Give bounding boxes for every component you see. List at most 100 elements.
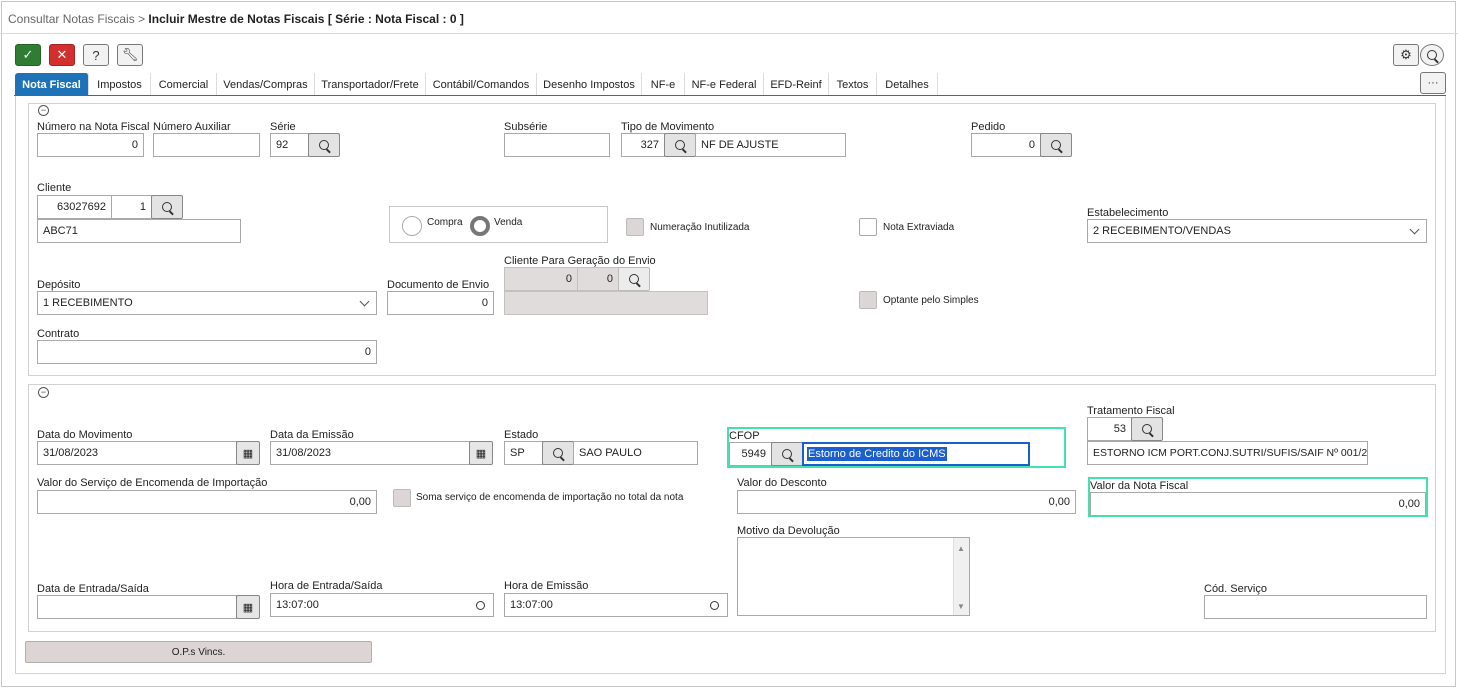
- tab-impostos[interactable]: Impostos: [89, 73, 151, 96]
- tab-textos[interactable]: Textos: [829, 73, 877, 96]
- search-icon: [1142, 424, 1152, 434]
- scroll-down-icon[interactable]: ▼: [957, 602, 965, 611]
- search-icon: [1051, 140, 1061, 150]
- calendar-icon[interactable]: ▦: [469, 441, 493, 465]
- scroll-up-icon[interactable]: ▲: [957, 544, 965, 553]
- tab-comercial[interactable]: Comercial: [151, 73, 217, 96]
- tratamento-fiscal-search-button[interactable]: [1131, 417, 1163, 441]
- collapse-section-general-icon[interactable]: −: [38, 105, 49, 116]
- hora-entrada-value: 13:07:00: [276, 599, 319, 611]
- cod-servico-input[interactable]: [1204, 595, 1427, 619]
- venda-radio[interactable]: [470, 216, 490, 236]
- data-movimento-input[interactable]: 31/08/2023: [37, 441, 237, 465]
- numeracao-inutilizada-label: Numeração Inutilizada: [650, 222, 750, 233]
- cfop-code-input[interactable]: 5949: [729, 442, 772, 466]
- data-movimento-label: Data do Movimento: [37, 429, 133, 441]
- cod-servico-label: Cód. Serviço: [1204, 583, 1267, 595]
- pedido-input[interactable]: 0: [971, 133, 1041, 157]
- more-icon: ···: [1427, 77, 1439, 89]
- nota-extraviada-checkbox[interactable]: [859, 218, 877, 236]
- hora-emissao-input[interactable]: 13:07:00: [504, 593, 728, 617]
- clock-icon[interactable]: [476, 601, 485, 610]
- valor-nota-input[interactable]: 0,00: [1090, 492, 1426, 516]
- optante-simples-label: Optante pelo Simples: [883, 295, 979, 306]
- data-entrada-input[interactable]: [37, 595, 237, 619]
- hora-entrada-input[interactable]: 13:07:00: [270, 593, 494, 617]
- divider: [0, 33, 1458, 34]
- tab-efd-reinf[interactable]: EFD-Reinf: [764, 73, 829, 96]
- tratamento-fiscal-desc: ESTORNO ICM PORT.CONJ.SUTRI/SUFIS/SAIF N…: [1087, 441, 1368, 465]
- deposito-value: 1 RECEBIMENTO: [43, 297, 133, 309]
- contrato-label: Contrato: [37, 328, 80, 340]
- valor-desconto-input[interactable]: 0,00: [737, 490, 1076, 514]
- optante-simples-checkbox[interactable]: [859, 291, 877, 309]
- cliente-search-button[interactable]: [151, 195, 183, 219]
- search-icon: [1427, 50, 1437, 60]
- compra-radio[interactable]: [402, 216, 422, 236]
- calendar-icon[interactable]: ▦: [236, 595, 260, 619]
- pedido-search-button[interactable]: [1040, 133, 1072, 157]
- tipo-movimento-desc: NF DE AJUSTE: [695, 133, 846, 157]
- cliente-envio-search-button[interactable]: [618, 267, 650, 291]
- cfop-desc-input[interactable]: Estorno de Credito do ICMS: [802, 442, 1030, 466]
- clock-icon[interactable]: [710, 601, 719, 610]
- estado-name: SAO PAULO: [573, 441, 698, 465]
- valor-servico-input[interactable]: 0,00: [37, 490, 377, 514]
- settings-button[interactable]: ⚙: [1393, 44, 1419, 66]
- contrato-input[interactable]: 0: [37, 340, 377, 364]
- documento-envio-input[interactable]: 0: [387, 291, 494, 315]
- data-emissao-input[interactable]: 31/08/2023: [270, 441, 470, 465]
- tools-button[interactable]: 🔧︎: [117, 44, 143, 66]
- tab-transportador-frete[interactable]: Transportador/Frete: [315, 73, 426, 96]
- estado-search-button[interactable]: [542, 441, 574, 465]
- numero-nf-input[interactable]: 0: [37, 133, 144, 157]
- tab-vendas-compras[interactable]: Vendas/Compras: [217, 73, 315, 96]
- serie-search-button[interactable]: [308, 133, 340, 157]
- motivo-devolucao-textarea[interactable]: [737, 537, 970, 616]
- search-button[interactable]: [1420, 44, 1444, 66]
- tipo-movimento-label: Tipo de Movimento: [621, 121, 715, 133]
- subserie-label: Subsérie: [504, 121, 548, 133]
- subserie-input[interactable]: [504, 133, 610, 157]
- check-icon: ✓: [22, 47, 34, 62]
- estabelecimento-select[interactable]: 2 RECEBIMENTO/VENDAS: [1087, 219, 1427, 243]
- ops-vinculadas-button[interactable]: O.P.s Vincs.: [25, 641, 372, 663]
- help-button[interactable]: ?: [83, 44, 109, 66]
- confirm-button[interactable]: ✓: [15, 44, 41, 66]
- cliente-label: Cliente: [37, 182, 72, 194]
- numero-nf-label: Número na Nota Fiscal: [37, 121, 150, 133]
- tab-detalhes[interactable]: Detalhes: [877, 73, 938, 96]
- calendar-icon[interactable]: ▦: [236, 441, 260, 465]
- cliente-code-input[interactable]: 63027692: [37, 195, 112, 219]
- cliente-envio-code-input: 0: [504, 267, 578, 291]
- cfop-search-button[interactable]: [771, 442, 803, 466]
- tab-nota-fiscal[interactable]: Nota Fiscal: [15, 73, 89, 96]
- tipo-movimento-search-button[interactable]: [664, 133, 696, 157]
- tab-nfe[interactable]: NF-e: [642, 73, 685, 96]
- more-tabs-button[interactable]: ···: [1420, 72, 1446, 94]
- cliente-envio-seq-input: 0: [577, 267, 619, 291]
- tipo-movimento-code-input[interactable]: 327: [621, 133, 665, 157]
- search-icon: [629, 274, 639, 284]
- tab-contabil-comandos[interactable]: Contábil/Comandos: [426, 73, 537, 96]
- serie-input[interactable]: 92: [270, 133, 309, 157]
- page-title: Incluir Mestre de Notas Fiscais [ Série …: [148, 12, 464, 26]
- tratamento-fiscal-code-input[interactable]: 53: [1087, 417, 1132, 441]
- help-icon: ?: [92, 47, 100, 63]
- cliente-name: ABC71: [37, 219, 241, 243]
- estado-code-input[interactable]: SP: [504, 441, 544, 465]
- motivo-devolucao-label: Motivo da Devolução: [737, 525, 840, 537]
- numeracao-inutilizada-checkbox[interactable]: [626, 218, 644, 236]
- collapse-section-values-icon[interactable]: −: [38, 387, 49, 398]
- tab-desenho-impostos[interactable]: Desenho Impostos: [537, 73, 642, 96]
- deposito-select[interactable]: 1 RECEBIMENTO: [37, 291, 377, 315]
- hora-entrada-label: Hora de Entrada/Saída: [270, 580, 383, 592]
- hora-emissao-label: Hora de Emissão: [504, 580, 589, 592]
- breadcrumb-parent[interactable]: Consultar Notas Fiscais: [8, 12, 135, 26]
- numero-aux-input[interactable]: [153, 133, 260, 157]
- cancel-button[interactable]: ✕: [49, 44, 75, 66]
- cliente-seq-input[interactable]: 1: [111, 195, 152, 219]
- tab-nfe-federal[interactable]: NF-e Federal: [685, 73, 764, 96]
- breadcrumb-separator: >: [138, 12, 146, 26]
- soma-servico-checkbox[interactable]: [393, 489, 411, 507]
